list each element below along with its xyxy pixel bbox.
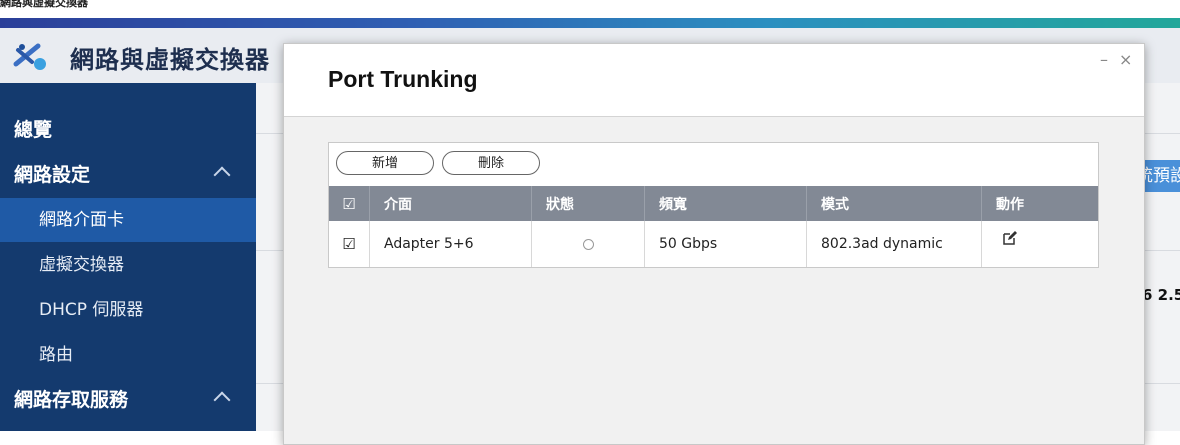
sidebar-item-network-access-services[interactable]: 網路存取服務 [0, 378, 256, 422]
sidebar-item-label: 虛擬交換器 [39, 255, 124, 275]
add-button[interactable]: 新增 [336, 151, 434, 175]
sidebar-item-label: DHCP 伺服器 [39, 300, 144, 320]
close-icon[interactable]: × [1119, 52, 1132, 68]
select-all-checkbox[interactable]: ☑ [329, 186, 370, 221]
column-header-action: 動作 [996, 196, 1024, 213]
column-header-interface: 介面 [370, 186, 532, 221]
edit-icon[interactable] [1002, 230, 1018, 246]
sidebar-item-label: 路由 [39, 345, 73, 365]
sidebar-item-network-adapters[interactable]: 網路介面卡 [0, 198, 256, 242]
row-checkbox[interactable]: ☑ [329, 221, 370, 267]
chevron-up-icon [213, 166, 231, 184]
sidebar-item-overview[interactable]: 總覽 [0, 108, 256, 152]
action-cell [982, 221, 1098, 267]
column-header-status: 狀態 [532, 186, 645, 221]
column-header-mode: 模式 [807, 186, 982, 221]
minimize-icon[interactable]: – [1100, 52, 1108, 68]
chevron-up-icon [213, 391, 231, 409]
port-trunking-dialog: Port Trunking – × 新增 刪除 ☑ 介面 狀態 頻寬 模式 動作… [283, 43, 1145, 445]
window-title-bar: 網路與虛擬交換器 [0, 0, 1180, 18]
status-dot-icon [582, 238, 594, 250]
sidebar-item-label: 網路介面卡 [39, 210, 124, 230]
sidebar-item-label: 網路設定 [14, 164, 91, 186]
trunk-table-panel: 新增 刪除 ☑ 介面 狀態 頻寬 模式 動作 ☑ Adapter 5+6 50 … [328, 142, 1099, 268]
interface-cell: Adapter 5+6 [370, 221, 532, 267]
sidebar-item-network-settings[interactable]: 網路設定 [0, 153, 256, 197]
dialog-header: Port Trunking – × [284, 44, 1144, 117]
status-cell [532, 221, 645, 267]
app-title: 網路與虛擬交換器 [70, 46, 270, 74]
table-header: ☑ 介面 狀態 頻寬 模式 動作 [329, 186, 1098, 221]
dialog-title: Port Trunking [328, 66, 478, 92]
mode-cell: 802.3ad dynamic [807, 221, 982, 267]
sidebar-item-routing[interactable]: 路由 [0, 333, 256, 377]
sidebar-item-label: 網路存取服務 [14, 389, 129, 411]
table-row[interactable]: ☑ Adapter 5+6 50 Gbps 802.3ad dynamic [329, 221, 1098, 267]
accent-bar [0, 18, 1180, 28]
network-switch-icon [13, 43, 46, 70]
sidebar-item-label: 總覽 [14, 119, 53, 141]
adapter-speed-text: 6 2.5 [1142, 286, 1180, 304]
column-header-bandwidth: 頻寬 [645, 186, 807, 221]
sidebar-item-dhcp-server[interactable]: DHCP 伺服器 [0, 288, 256, 332]
window-title: 網路與虛擬交換器 [0, 0, 88, 9]
delete-button[interactable]: 刪除 [442, 151, 540, 175]
sidebar: 總覽 網路設定 網路介面卡 虛擬交換器 DHCP 伺服器 路由 網路存取服務 [0, 83, 256, 431]
bandwidth-cell: 50 Gbps [645, 221, 807, 267]
sidebar-item-virtual-switch[interactable]: 虛擬交換器 [0, 243, 256, 287]
